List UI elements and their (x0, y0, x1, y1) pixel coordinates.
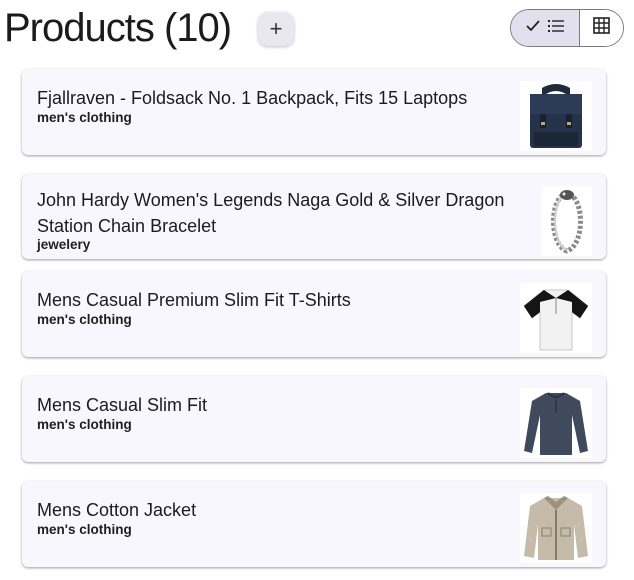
product-card[interactable]: Mens Cotton Jacket men's clothing (22, 481, 606, 567)
product-category: men's clothing (37, 417, 132, 432)
list-view-button[interactable] (511, 10, 580, 46)
product-name: Fjallraven - Foldsack No. 1 Backpack, Fi… (37, 88, 468, 108)
product-list: Fjallraven - Foldsack No. 1 Backpack, Fi… (22, 69, 606, 580)
add-product-button[interactable]: + (258, 12, 294, 46)
product-card[interactable]: Mens Casual Premium Slim Fit T-Shirts me… (22, 271, 606, 357)
check-icon (526, 19, 540, 37)
product-card[interactable]: Fjallraven - Foldsack No. 1 Backpack, Fi… (22, 69, 606, 155)
longsleeve-shirt-icon (520, 388, 592, 458)
product-category: jewelery (37, 237, 91, 252)
product-name: John Hardy Women's Legends Naga Gold & S… (37, 190, 505, 236)
product-card[interactable]: John Hardy Women's Legends Naga Gold & S… (22, 174, 606, 259)
tshirt-icon (520, 283, 592, 353)
product-name: Mens Casual Slim Fit (37, 395, 208, 415)
view-toggle (510, 9, 624, 47)
product-name: Mens Cotton Jacket (37, 500, 197, 520)
bracelet-icon (542, 186, 592, 256)
grid-icon (593, 17, 610, 39)
jacket-icon (520, 493, 592, 563)
list-icon (547, 19, 564, 37)
product-category: men's clothing (37, 110, 132, 125)
page-header: Products (10) + (0, 0, 634, 62)
grid-view-button[interactable] (579, 10, 623, 46)
product-card[interactable]: Mens Casual Slim Fit men's clothing (22, 376, 606, 462)
product-name: Mens Casual Premium Slim Fit T-Shirts (37, 290, 351, 310)
product-category: men's clothing (37, 312, 132, 327)
page-title: Products (10) (4, 6, 232, 50)
backpack-icon (520, 81, 592, 151)
product-category: men's clothing (37, 522, 132, 537)
